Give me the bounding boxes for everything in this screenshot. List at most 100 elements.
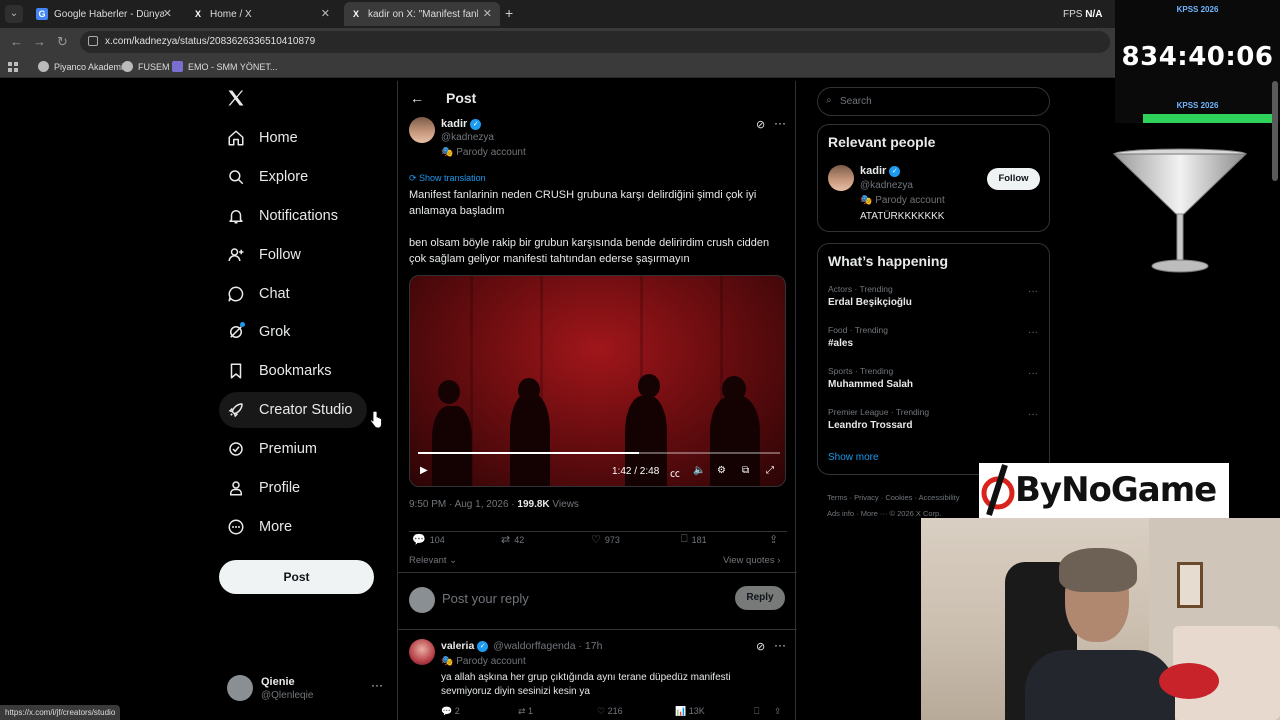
trend-category: Actors · Trending [828,284,893,294]
post-button[interactable]: Post [219,560,374,594]
site-info-icon[interactable] [88,36,98,46]
bookmark-piyanco[interactable]: Piyanco Akademi [38,61,123,72]
nav-explore[interactable]: Explore [219,159,322,195]
grok-explain-icon[interactable]: ⊘ [756,640,765,653]
nav-follow[interactable]: Follow [219,237,315,273]
video-progress-bar[interactable] [418,452,780,454]
bookmark-action[interactable]: ⎕ 181 [681,533,707,546]
dancer-figure [432,406,472,486]
author-avatar[interactable] [409,117,435,143]
view-count: 199.8K [517,499,550,510]
nav-chat[interactable]: Chat [219,276,304,312]
avatar[interactable] [828,165,854,191]
post-timestamp[interactable]: 9:50 PM · Aug 1, 2026 · [409,499,517,510]
person-bio: ATATÜRKKKKKKK [860,211,945,222]
x-logo-icon[interactable] [226,88,246,108]
apps-icon[interactable] [8,62,18,72]
share-action[interactable]: ⇪ [769,533,782,546]
tab-search-icon[interactable]: ⌄ [5,5,23,23]
sort-replies-dropdown[interactable]: Relevant ⌄ [409,555,457,566]
reply-action[interactable]: 💬 104 [412,533,445,546]
like-count: 216 [607,706,623,716]
view-quotes-link[interactable]: View quotes › [723,555,780,566]
nav-creator-studio[interactable]: Creator Studio [219,392,367,428]
author-handle[interactable]: @kadnezya [441,132,494,143]
nav-profile[interactable]: Profile [219,470,314,506]
close-icon[interactable]: ✕ [163,7,172,20]
verified-badge-icon: ✓ [470,118,482,130]
volume-icon[interactable]: 🔈 [693,465,705,476]
author-name[interactable]: kadir ✓ [441,118,482,130]
reload-icon[interactable]: ↻ [57,34,68,50]
pip-icon[interactable]: ⧉ [742,465,749,476]
person-handle[interactable]: @kadnezya [860,180,913,191]
trend-item[interactable]: #ales [828,338,853,349]
reply-input[interactable]: Post your reply [442,591,529,606]
repost-action[interactable]: ⇄ 42 [501,533,524,546]
forward-icon[interactable]: → [33,34,46,49]
nav-grok[interactable]: Grok [219,314,304,350]
footer-line[interactable]: Terms · Privacy · Cookies · Accessibilit… [827,490,987,506]
close-icon[interactable]: ✕ [321,7,330,20]
search-input[interactable]: ⌕ Search [817,87,1050,116]
reply-views-action[interactable]: 📊 13K [675,706,705,717]
nav-notifications[interactable]: Notifications [219,198,352,234]
trend-item[interactable]: Muhammed Salah [828,379,913,390]
back-icon[interactable]: ← [10,34,23,49]
bookmark-emo[interactable]: EMO - SMM YÖNET... [172,61,277,72]
show-more-link[interactable]: Show more [828,452,879,463]
fullscreen-icon[interactable]: ⤢ [766,465,774,476]
grok-explain-icon[interactable]: ⊘ [756,118,765,131]
trend-item[interactable]: Leandro Trossard [828,420,912,431]
reply-repost-action[interactable]: ⇄ 1 [518,706,533,717]
reply-button[interactable]: Reply [735,586,785,610]
more-icon[interactable]: ··· [774,116,786,130]
relevant-person-name[interactable]: kadir ✓ [860,165,901,177]
nav-bookmarks[interactable]: Bookmarks [219,353,346,389]
url-field[interactable]: x.com/kadnezya/status/208362633651041087… [80,31,1110,53]
scrollbar[interactable] [1272,81,1278,181]
post-text-paragraph: Manifest fanlarinin neden CRUSH grubuna … [409,189,757,217]
video-player[interactable]: ▶ 1:42 / 2:48 ㏄ 🔈 ⚙ ⧉ ⤢ [409,275,786,487]
nav-premium[interactable]: Premium [219,431,331,467]
settings-icon[interactable]: ⚙ [717,465,726,476]
show-translation-link[interactable]: ⟳ Show translation [409,173,486,184]
brand-text: ByNoGame [1015,470,1217,510]
reply-bookmark-action[interactable]: ⎕ [754,706,759,717]
more-icon[interactable]: ··· [1028,368,1038,379]
more-icon[interactable]: ··· [1028,286,1038,297]
nav-home[interactable]: Home [219,120,312,156]
like-action[interactable]: ♡ 973 [591,533,620,546]
bookmark-fusem[interactable]: FUSEM [122,61,170,72]
tab-x-post[interactable]: X kadir on X: "Manifest fanlarının ✕ [344,2,500,26]
new-tab-icon[interactable]: + [505,5,513,21]
captions-icon[interactable]: ㏄ [670,465,680,480]
address-bar-row: ← → ↻ x.com/kadnezya/status/208362633651… [0,28,1280,56]
nav-more[interactable]: More [219,509,306,545]
tab-x-home[interactable]: X Home / X ✕ [186,2,338,26]
bookmark-icon: ⎕ [681,533,688,545]
post-text-paragraph: ben olsam böyle rakip bir grubun karşısı… [409,237,770,265]
more-icon[interactable]: ··· [1028,409,1038,420]
follow-button[interactable]: Follow [987,168,1040,190]
trend-category: Premier League · Trending [828,407,930,417]
reply-share-action[interactable]: ⇪ [774,706,782,717]
play-icon[interactable]: ▶ [420,465,428,476]
reply-like-action[interactable]: ♡ 216 [597,706,623,717]
trend-item[interactable]: Erdal Beşikçioğlu [828,297,912,308]
more-icon[interactable]: ··· [774,638,786,652]
more-icon[interactable]: ··· [371,678,383,692]
back-arrow-icon[interactable]: ← [410,90,424,106]
reply-author-avatar[interactable] [409,639,435,665]
premium-icon [229,442,243,456]
video-time: 1:42 / 2:48 [612,466,660,477]
url-text[interactable]: x.com/kadnezya/status/208362633651041087… [105,36,315,47]
account-switcher[interactable]: Qienie @Qlenleqie ··· [227,675,387,705]
tab-google-news[interactable]: G Google Haberler - Dünya - En y ✕ [30,2,180,26]
nav-label: Bookmarks [259,363,332,379]
reply-author[interactable]: valeria ✓ @waldorffagenda · 17h [441,640,602,652]
close-icon[interactable]: ✕ [483,7,492,20]
more-icon[interactable]: ··· [1028,327,1038,338]
reply-reply-action[interactable]: 💬 2 [441,706,460,717]
repost-count: 1 [528,706,534,716]
